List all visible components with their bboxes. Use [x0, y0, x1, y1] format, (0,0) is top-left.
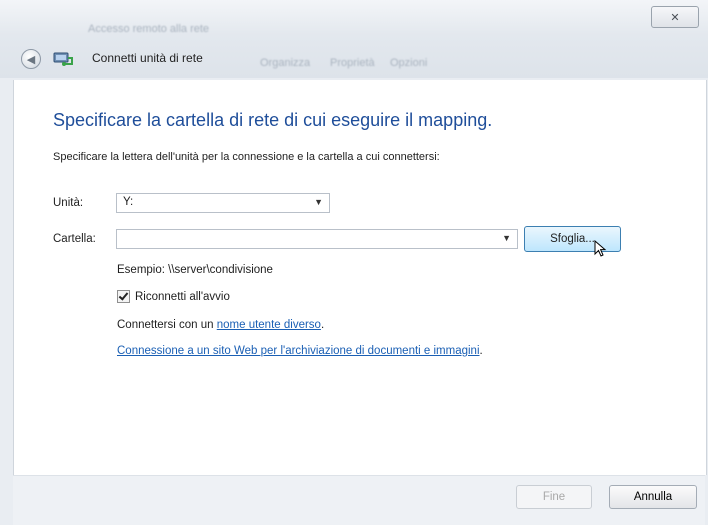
window-title: Connetti unità di rete	[92, 51, 203, 65]
folder-path-input[interactable]: ▼	[116, 229, 518, 249]
dialog-footer	[13, 475, 705, 525]
page-title: Specificare la cartella di rete di cui e…	[53, 110, 493, 130]
background-hint: Opzioni	[390, 57, 428, 69]
example-text: Esempio: \\server\condivisione	[117, 264, 273, 276]
background-hint: Organizza	[260, 57, 311, 69]
drive-letter-select[interactable]: Y: ▼	[116, 193, 330, 213]
connect-suffix-text: .	[320, 319, 325, 331]
finish-button[interactable]: Fine	[516, 485, 592, 509]
instruction-text: Specificare la lettera dell'unità per la…	[53, 151, 440, 163]
network-drive-icon	[53, 52, 73, 66]
close-icon: ✕	[670, 11, 680, 24]
archive-website-link[interactable]: Connessione a un sito Web per l'archivia…	[117, 345, 480, 357]
mouse-pointer-icon	[594, 240, 607, 257]
reconnect-option[interactable]: Riconnetti all'avvio	[117, 290, 230, 303]
chevron-down-icon: ▼	[314, 197, 323, 207]
reconnect-checkbox[interactable]	[117, 290, 130, 303]
archive-website-row: Connessione a un sito Web per l'archivia…	[117, 345, 483, 357]
different-user-link[interactable]: nome utente diverso	[217, 319, 321, 331]
close-button[interactable]: ✕	[651, 6, 699, 28]
drive-letter-value: Y:	[123, 196, 134, 208]
drive-label: Unità:	[53, 197, 84, 209]
cancel-button[interactable]: Annulla	[609, 485, 697, 509]
background-hint: Proprietà	[330, 57, 375, 69]
connect-different-user: Connettersi con un nome utente diverso.	[117, 319, 324, 331]
back-button[interactable]: ◀	[21, 49, 41, 69]
window-chrome: Accesso remoto alla rete Organizza Propr…	[0, 0, 708, 78]
chevron-down-icon: ▼	[502, 233, 511, 243]
folder-label: Cartella:	[53, 233, 96, 245]
archive-suffix-text: .	[479, 345, 483, 357]
dialog-content	[13, 80, 707, 475]
reconnect-label: Riconnetti all'avvio	[135, 290, 230, 303]
back-arrow-icon: ◀	[26, 53, 36, 66]
connect-prefix-text: Connettersi con un	[117, 319, 217, 331]
background-hint: Accesso remoto alla rete	[88, 23, 210, 35]
